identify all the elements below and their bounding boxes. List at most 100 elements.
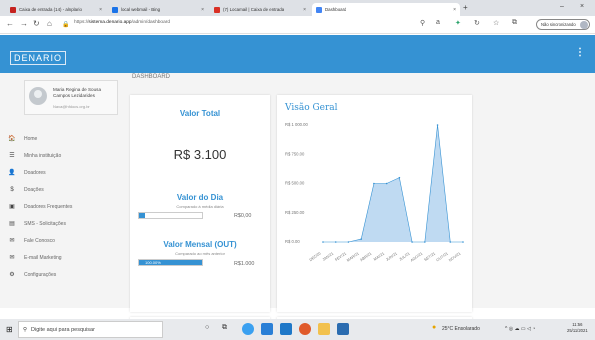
tab-close-icon[interactable]: × — [201, 7, 204, 13]
sidebar-item-label: SMS - Solicitações — [24, 220, 66, 227]
tab-close-icon[interactable]: × — [303, 7, 306, 13]
valor-mensal-percent: 100.00% — [145, 260, 161, 265]
x-tick-label: MAI/21 — [373, 252, 385, 262]
x-tick-label: OUT/21 — [436, 252, 449, 263]
sidebar-item[interactable]: ▣ Doadores Frequentes — [0, 198, 124, 215]
chart-area-series — [323, 125, 463, 242]
sidebar-item[interactable]: ✉ E-mail Marketing — [0, 249, 124, 266]
chart-point[interactable] — [462, 241, 464, 243]
tab-close-icon[interactable]: × — [99, 7, 102, 13]
browser-tab[interactable]: Caixa de entrada (14) - alnplario × — [6, 3, 106, 16]
valor-mensal-title: Valor Mensal (OUT) — [163, 240, 237, 249]
explorer-app-icon[interactable] — [318, 323, 330, 335]
home-icon: 🏠 — [8, 136, 16, 142]
taskbar-search[interactable]: ⚲ Digite aqui para pesquisar — [18, 321, 163, 338]
taskbar: ⊞ ⚲ Digite aqui para pesquisar ○ ⧉ ● 25°… — [0, 319, 595, 340]
institution-icon: ☰ — [9, 153, 15, 159]
edge-app-icon[interactable] — [242, 323, 254, 335]
profile-email: Nava@hfdocs.org.br — [53, 104, 90, 109]
read-aloud-icon[interactable]: a — [436, 19, 440, 26]
collections-icon[interactable]: ⧉ — [512, 19, 517, 27]
breadcrumb: DASHBOARD — [132, 74, 171, 80]
chart-point[interactable] — [411, 241, 413, 243]
weather-text[interactable]: 25°C Ensolarado — [442, 326, 480, 332]
dollar-icon: $ — [10, 186, 14, 193]
valor-dia-subtitle: Comparado à média diária — [176, 204, 224, 209]
chart-point[interactable] — [334, 241, 337, 243]
avatar — [29, 87, 47, 105]
valor-dia-title: Valor do Dia — [176, 193, 224, 202]
x-tick-label: MAR/21 — [346, 252, 360, 263]
sidebar-item[interactable]: 👤 Doadores — [0, 164, 124, 181]
task-view-icon[interactable]: ⧉ — [222, 324, 227, 332]
extension-icon[interactable]: ✦ — [455, 19, 461, 27]
reload-icon[interactable]: ↻ — [33, 19, 40, 28]
valor-mensal-subtitle: Comparado ao mês anterior — [175, 251, 225, 256]
sidebar-item[interactable]: $ Doações — [0, 181, 124, 198]
outlook-app-icon[interactable] — [280, 323, 292, 335]
sidebar-item[interactable]: ⚙ Configurações — [0, 266, 124, 283]
profile-card: Maria Regina de Sousa Campos Lezidarides… — [24, 80, 118, 115]
valor-dia-progress — [138, 212, 203, 219]
chart-point[interactable] — [436, 124, 439, 126]
minimize-button[interactable]: – — [560, 3, 564, 10]
favorites-icon[interactable]: ☆ — [493, 19, 499, 27]
sms-icon: ▤ — [9, 221, 15, 227]
x-tick-label: DEZ/20 — [309, 252, 322, 263]
kebab-menu-icon[interactable]: ⋮ — [575, 47, 585, 58]
app-icon[interactable] — [337, 323, 349, 335]
window-close-button[interactable]: × — [580, 3, 584, 10]
back-icon[interactable]: ← — [6, 19, 14, 28]
y-tick-label: R$ 250.00 — [285, 210, 305, 215]
sidebar-item-label: Minha instituição — [24, 152, 62, 159]
url-field[interactable]: https://sistema.denario.app/admin/dashbo… — [74, 20, 170, 25]
chart-point[interactable] — [360, 238, 362, 240]
tab-close-icon[interactable]: × — [453, 7, 456, 13]
home-browser-icon[interactable]: ⌂ — [47, 19, 52, 28]
browser-tab[interactable]: Dashboard × — [312, 3, 460, 16]
valor-mensal-progress-fill: 100.00% — [139, 260, 202, 265]
chart-point[interactable] — [398, 176, 401, 179]
address-bar-row: ← → ↻ ⌂ 🔒 https://sistema.denario.app/ad… — [0, 16, 595, 34]
forward-icon[interactable]: → — [20, 19, 28, 28]
tray-icons[interactable]: ^ ◎ ☁ ▭ ◁ ◔ — [505, 326, 535, 332]
sidebar-item-label: Doadores — [24, 169, 46, 176]
chart-point[interactable] — [424, 241, 426, 243]
x-tick-label: NOV/21 — [448, 252, 461, 263]
x-tick-label: AGO/21 — [410, 252, 424, 263]
chart-point[interactable] — [385, 182, 388, 185]
sidebar-menu: 🏠 Home ☰ Minha instituição 👤 Doadores $ Doações… — [0, 130, 124, 283]
chart-point[interactable] — [322, 241, 324, 243]
x-tick-label: JUL/21 — [399, 252, 411, 262]
sidebar-item[interactable]: ▤ SMS - Solicitações — [0, 215, 124, 232]
sidebar-item[interactable]: ☰ Minha instituição — [0, 147, 124, 164]
calendar-icon: ▣ — [9, 204, 15, 210]
sidebar-item-label: Home — [24, 135, 38, 142]
x-tick-label: FEV/21 — [334, 252, 347, 263]
opera-app-icon[interactable] — [299, 323, 311, 335]
sync-profile-button[interactable]: Não sincronizando — [536, 19, 590, 30]
browser-tab[interactable]: local webmail - Bing × — [108, 3, 208, 16]
windows-start-icon[interactable]: ⊞ — [6, 325, 13, 334]
store-app-icon[interactable] — [261, 323, 273, 335]
y-tick-label: R$ 1 000.00 — [285, 122, 308, 127]
refresh-icon[interactable]: ↻ — [474, 19, 480, 27]
valor-total-title: Valor Total — [179, 109, 221, 118]
browser-tab[interactable]: (7) Locamail | Caixa de entrada × — [210, 3, 310, 16]
key-icon[interactable]: ⚲ — [420, 19, 425, 27]
app-logo[interactable]: DENARIO — [10, 51, 67, 65]
profile-avatar-icon — [580, 21, 588, 29]
valor-total-value: R$ 3.100 — [173, 147, 227, 162]
chart-point[interactable] — [449, 241, 452, 243]
chart-point[interactable] — [373, 182, 375, 185]
cortana-icon[interactable]: ○ — [205, 324, 209, 331]
tab-title: (7) Locamail | Caixa de entrada — [223, 7, 285, 12]
chart-point[interactable] — [347, 241, 350, 243]
tab-title: Caixa de entrada (14) - alnplario — [19, 7, 82, 12]
sidebar-item[interactable]: ✉ Fale Conosco — [0, 232, 124, 249]
clock[interactable]: 11:56 25/11/2021 — [567, 322, 588, 334]
sidebar-item[interactable]: 🏠 Home — [0, 130, 124, 147]
overview-chart: R$ 1 000.00 R$ 750.00 R$ 500.00 R$ 250.00 R$… — [285, 122, 464, 263]
new-tab-button[interactable]: + — [463, 3, 468, 12]
tab-favicon-icon — [10, 6, 16, 13]
